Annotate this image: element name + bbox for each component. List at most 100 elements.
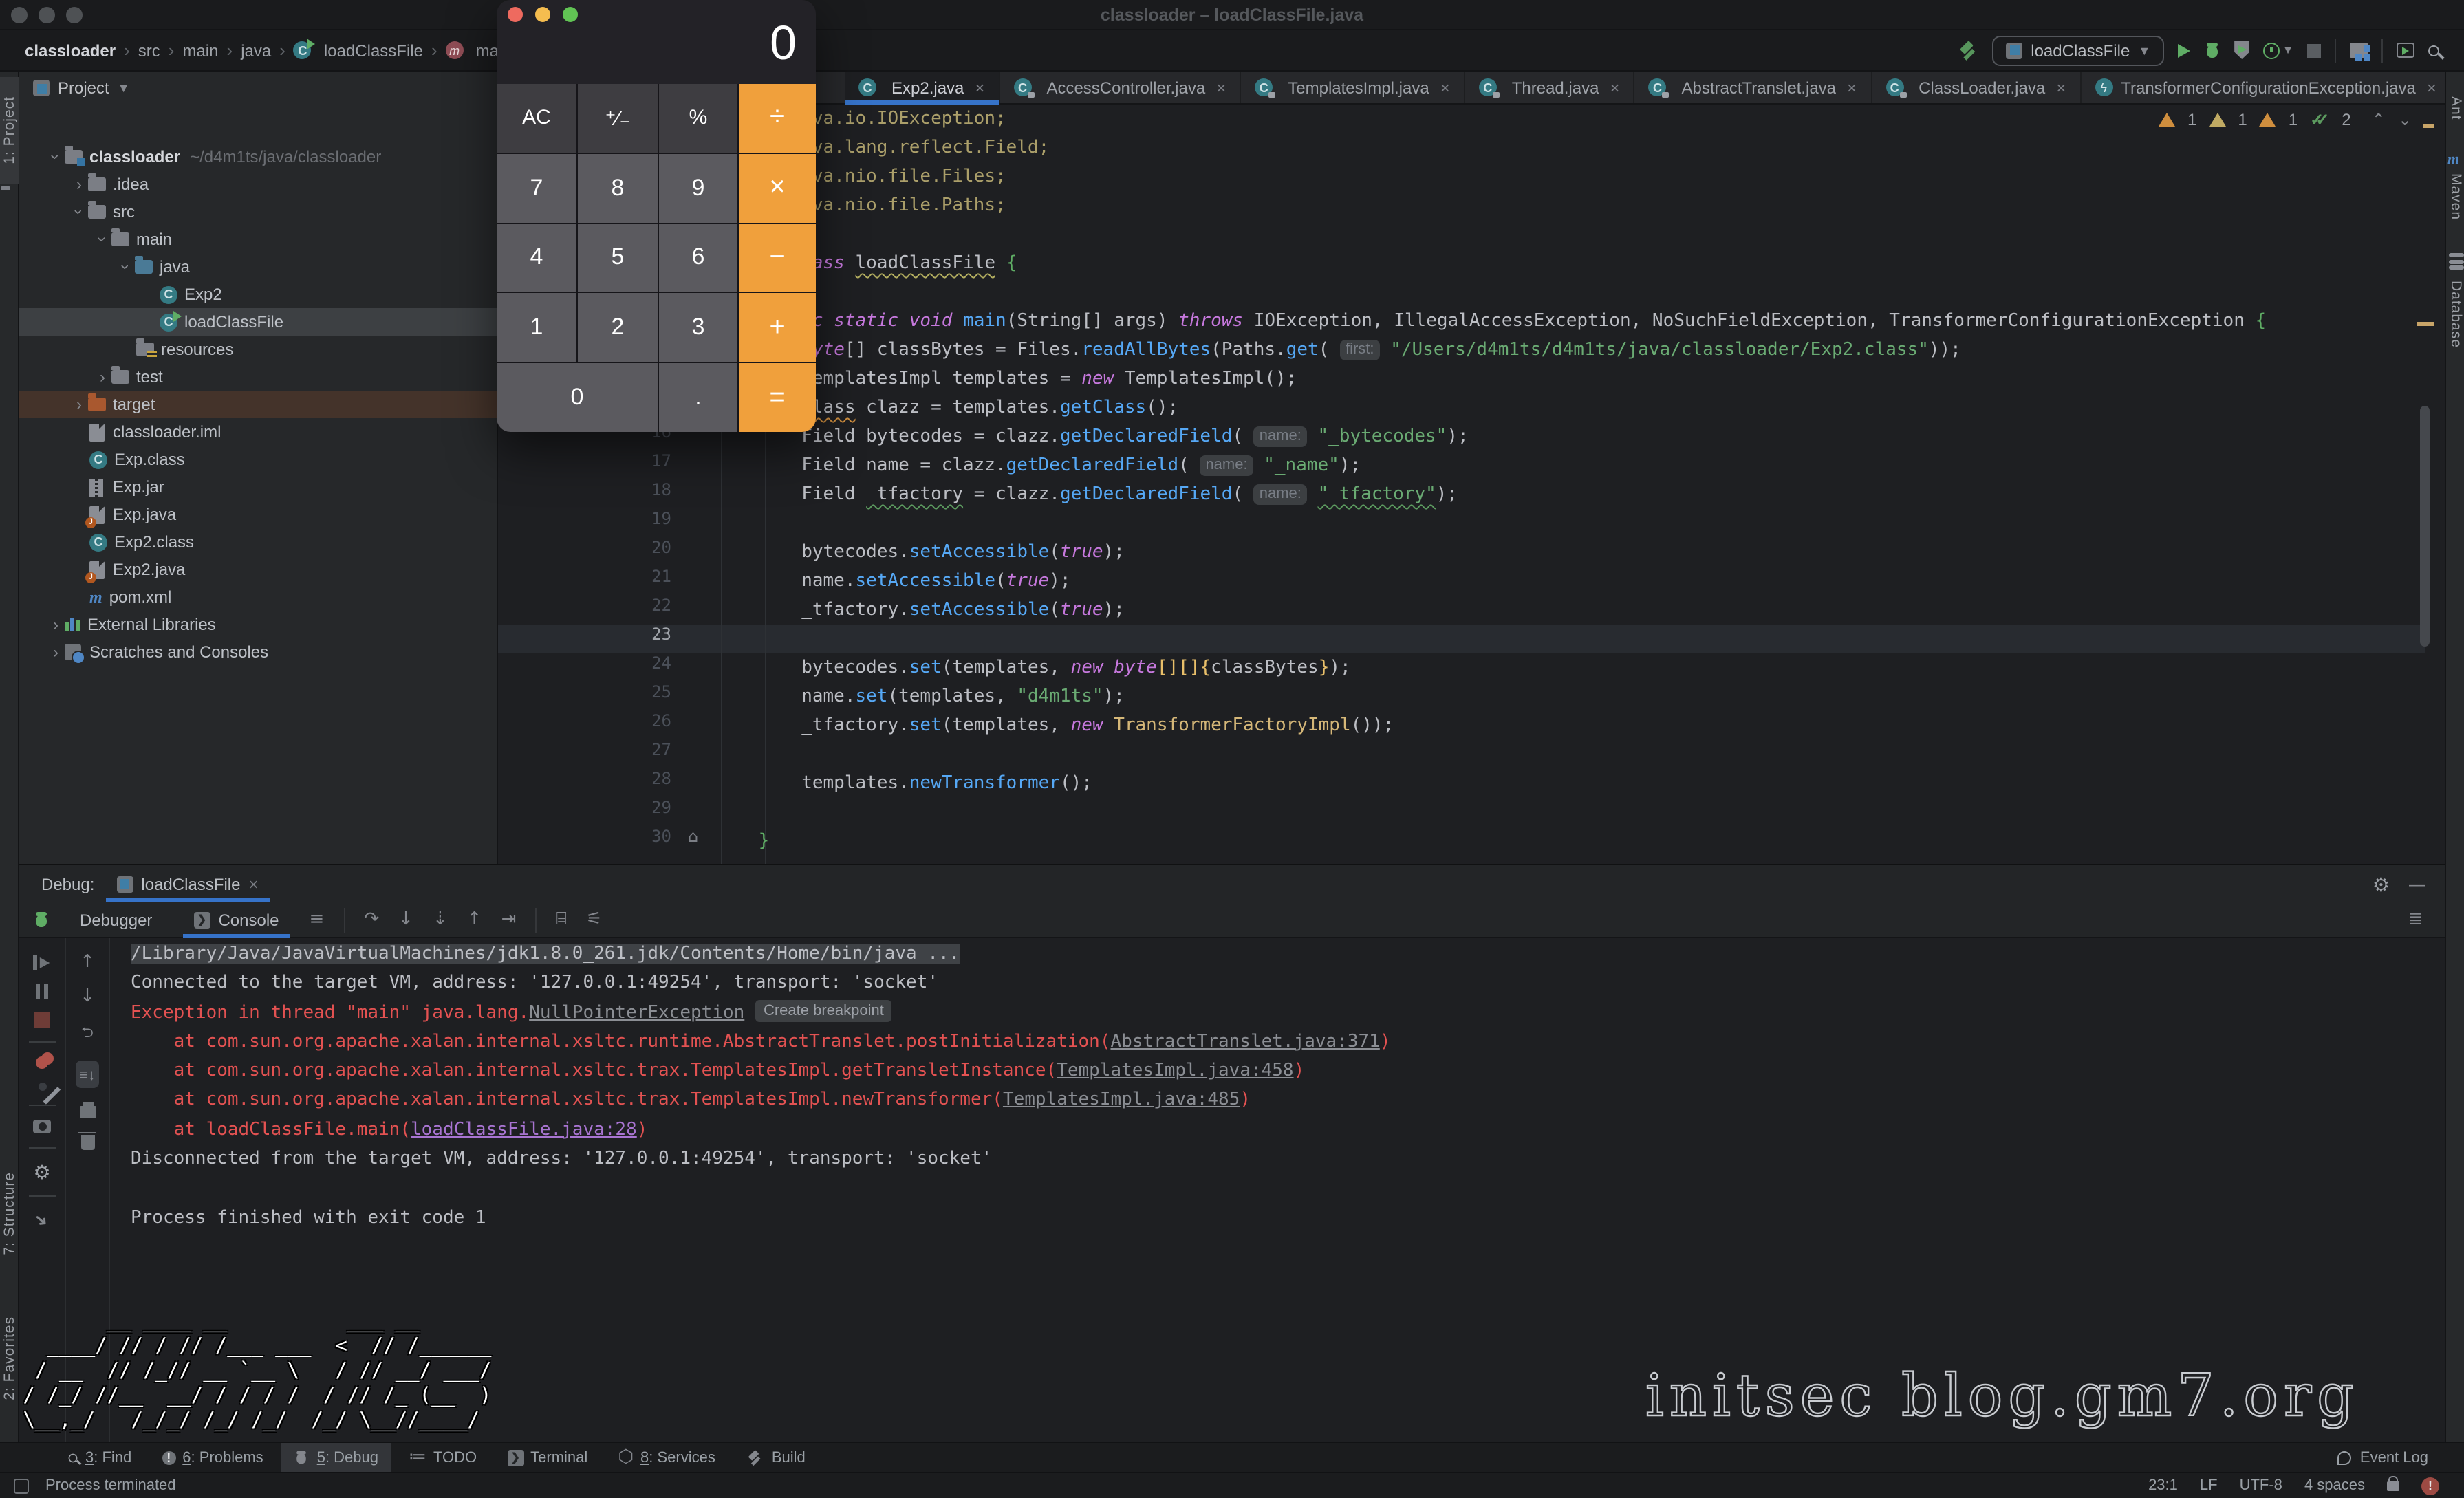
calc-button-⁺⁄₋[interactable]: ⁺⁄₋ — [578, 84, 658, 153]
coverage-button[interactable] — [2234, 41, 2249, 59]
chevron-icon[interactable]: › — [94, 367, 111, 387]
tree-item--idea[interactable]: ›.idea — [19, 171, 498, 198]
event-log-button[interactable]: Event Log — [2338, 1449, 2464, 1466]
tree-item-classloader[interactable]: ›classloader~/d4m1ts/java/classloader — [19, 143, 498, 171]
chevron-icon[interactable]: › — [70, 395, 88, 414]
chevron-icon[interactable]: › — [46, 148, 65, 166]
calc-button-2[interactable]: 2 — [578, 294, 658, 362]
minimize-window-icon[interactable] — [39, 7, 55, 23]
sidebar-item-structure-stripe[interactable]: 7: Structure — [0, 1172, 19, 1255]
run-anything-icon[interactable] — [2397, 43, 2414, 58]
calc-button-×[interactable]: × — [739, 154, 816, 223]
tool-stripe-ant[interactable]: Ant — [2446, 96, 2464, 120]
evaluate-expression-icon[interactable]: ⌸ — [556, 909, 567, 930]
tool-window-button-TODO[interactable]: ≔TODO — [396, 1443, 489, 1472]
calc-button-5[interactable]: 5 — [578, 224, 658, 292]
sidebar-item-project-stripe[interactable]: 1: Project — [0, 77, 19, 184]
calc-button-+[interactable]: + — [739, 294, 816, 362]
highlighting-level-icon[interactable]: ! — [2421, 1477, 2439, 1495]
calc-zoom-icon[interactable] — [563, 7, 578, 22]
tree-item-Exp-java[interactable]: Exp.java — [19, 501, 498, 528]
stop-button[interactable] — [2307, 43, 2321, 57]
step-into-icon[interactable]: ↓ — [398, 909, 413, 930]
debug-settings-gear-icon[interactable]: ⚙ — [33, 1162, 50, 1182]
calc-button-3[interactable]: 3 — [659, 294, 737, 362]
project-structure-icon[interactable] — [2350, 43, 2368, 58]
tool-window-button-6-Problems[interactable]: !6: Problems — [149, 1443, 275, 1472]
calc-button-−[interactable]: − — [739, 224, 816, 292]
chevron-icon[interactable]: › — [70, 175, 88, 194]
status-widget-LF[interactable]: LF — [2200, 1477, 2218, 1494]
status-widget-UTF-8[interactable]: UTF-8 — [2240, 1477, 2282, 1494]
layout-menu-icon[interactable]: ≡ — [310, 909, 325, 930]
calc-button-÷[interactable]: ÷ — [739, 84, 816, 153]
tree-item-java[interactable]: ›java — [19, 253, 498, 281]
build-hammer-icon[interactable] — [1959, 41, 1978, 60]
zoom-window-icon[interactable] — [66, 7, 83, 23]
tree-item-resources[interactable]: resources — [19, 336, 498, 363]
chevron-icon[interactable]: › — [69, 203, 89, 221]
tree-item-Exp-jar[interactable]: Exp.jar — [19, 473, 498, 501]
close-window-icon[interactable] — [11, 7, 28, 23]
breadcrumb-item-main[interactable]: main — [180, 38, 221, 63]
chevron-icon[interactable]: › — [47, 642, 65, 662]
tab-console[interactable]: ❯Console — [182, 902, 290, 937]
stop-icon[interactable] — [34, 1012, 50, 1028]
scroll-to-end-icon[interactable]: ≡↓ — [75, 1061, 100, 1088]
stack-trace-link[interactable]: TemplatesImpl.java:458 — [1057, 1061, 1293, 1081]
hide-panel-icon[interactable]: — — [2409, 874, 2425, 893]
tool-window-button-3-Find[interactable]: 3: Find — [55, 1443, 144, 1472]
breadcrumb-item-java[interactable]: java — [238, 38, 274, 63]
calc-button-1[interactable]: 1 — [497, 294, 576, 362]
tree-item-Exp2-java[interactable]: Exp2.java — [19, 556, 498, 583]
tree-item-Scratches-and-Consoles[interactable]: ›Scratches and Consoles — [19, 638, 498, 666]
console-settings-icon[interactable]: ≣ — [2408, 909, 2445, 930]
breadcrumb-item-loadClassFile[interactable]: CloadClassFile — [291, 38, 426, 63]
tree-item-Exp2[interactable]: CExp2 — [19, 281, 498, 308]
close-icon[interactable]: × — [248, 874, 258, 893]
tool-window-button-Terminal[interactable]: ❯Terminal — [495, 1443, 600, 1472]
stack-trace-link[interactable]: NullPointerException — [529, 1002, 744, 1023]
tree-item-main[interactable]: ›main — [19, 226, 498, 253]
clear-console-icon[interactable] — [80, 1135, 94, 1150]
soft-wrap-icon[interactable]: ⮌ — [81, 1021, 94, 1047]
tool-window-switcher-icon[interactable] — [14, 1478, 29, 1493]
calc-button-7[interactable]: 7 — [497, 154, 576, 223]
stack-trace-link[interactable]: loadClassFile.java:28 — [411, 1120, 637, 1140]
calc-button-%[interactable]: % — [659, 84, 737, 153]
window-controls[interactable] — [11, 7, 94, 28]
tab-debugger[interactable]: Debugger — [69, 902, 163, 937]
tool-stripe-database[interactable]: Database — [2446, 281, 2464, 348]
settings-layout-icon[interactable]: ⚟ — [586, 909, 602, 930]
lock-icon[interactable] — [2387, 1481, 2399, 1490]
console-output[interactable]: /Library/Java/JavaVirtualMachines/jdk1.8… — [131, 940, 1390, 1233]
breadcrumb-item-src[interactable]: src — [136, 38, 163, 63]
tree-item-External-Libraries[interactable]: ›External Libraries — [19, 611, 498, 638]
rerun-icon[interactable] — [33, 955, 51, 970]
fold-marker-icon[interactable]: ⌂ — [688, 827, 698, 846]
tree-item-Exp2-class[interactable]: CExp2.class — [19, 528, 498, 556]
calc-button-8[interactable]: 8 — [578, 154, 658, 223]
calc-button-9[interactable]: 9 — [659, 154, 737, 223]
chevron-icon[interactable]: › — [47, 615, 65, 634]
calculator-window-controls[interactable] — [508, 7, 578, 22]
step-over-icon[interactable]: ↷ — [364, 909, 379, 930]
pause-icon[interactable] — [36, 984, 48, 999]
view-breakpoints-icon[interactable] — [36, 1056, 48, 1069]
status-widget-23-1[interactable]: 23:1 — [2148, 1477, 2178, 1494]
step-out-icon[interactable]: ↑ — [467, 909, 482, 930]
gear-icon[interactable]: ⚙ — [2373, 874, 2390, 893]
calc-button-0[interactable]: 0 — [497, 363, 658, 432]
tree-item-test[interactable]: ›test — [19, 363, 498, 391]
status-widget-4-spaces[interactable]: 4 spaces — [2304, 1477, 2365, 1494]
profiler-button[interactable]: ▼ — [2263, 42, 2293, 58]
tree-item-classloader-iml[interactable]: classloader.iml — [19, 418, 498, 446]
breadcrumb-item-classloader[interactable]: classloader — [22, 38, 118, 63]
calc-button-=[interactable]: = — [739, 363, 816, 432]
run-configuration-select[interactable]: loadClassFile ▼ — [1992, 35, 2164, 65]
mute-breakpoints-icon[interactable] — [38, 1083, 46, 1091]
print-icon[interactable] — [79, 1106, 96, 1118]
tool-window-button-8-Services[interactable]: ⬡8: Services — [605, 1443, 728, 1472]
calc-button-AC[interactable]: AC — [497, 84, 576, 153]
stack-trace-link[interactable]: TemplatesImpl.java:485 — [1003, 1090, 1240, 1111]
